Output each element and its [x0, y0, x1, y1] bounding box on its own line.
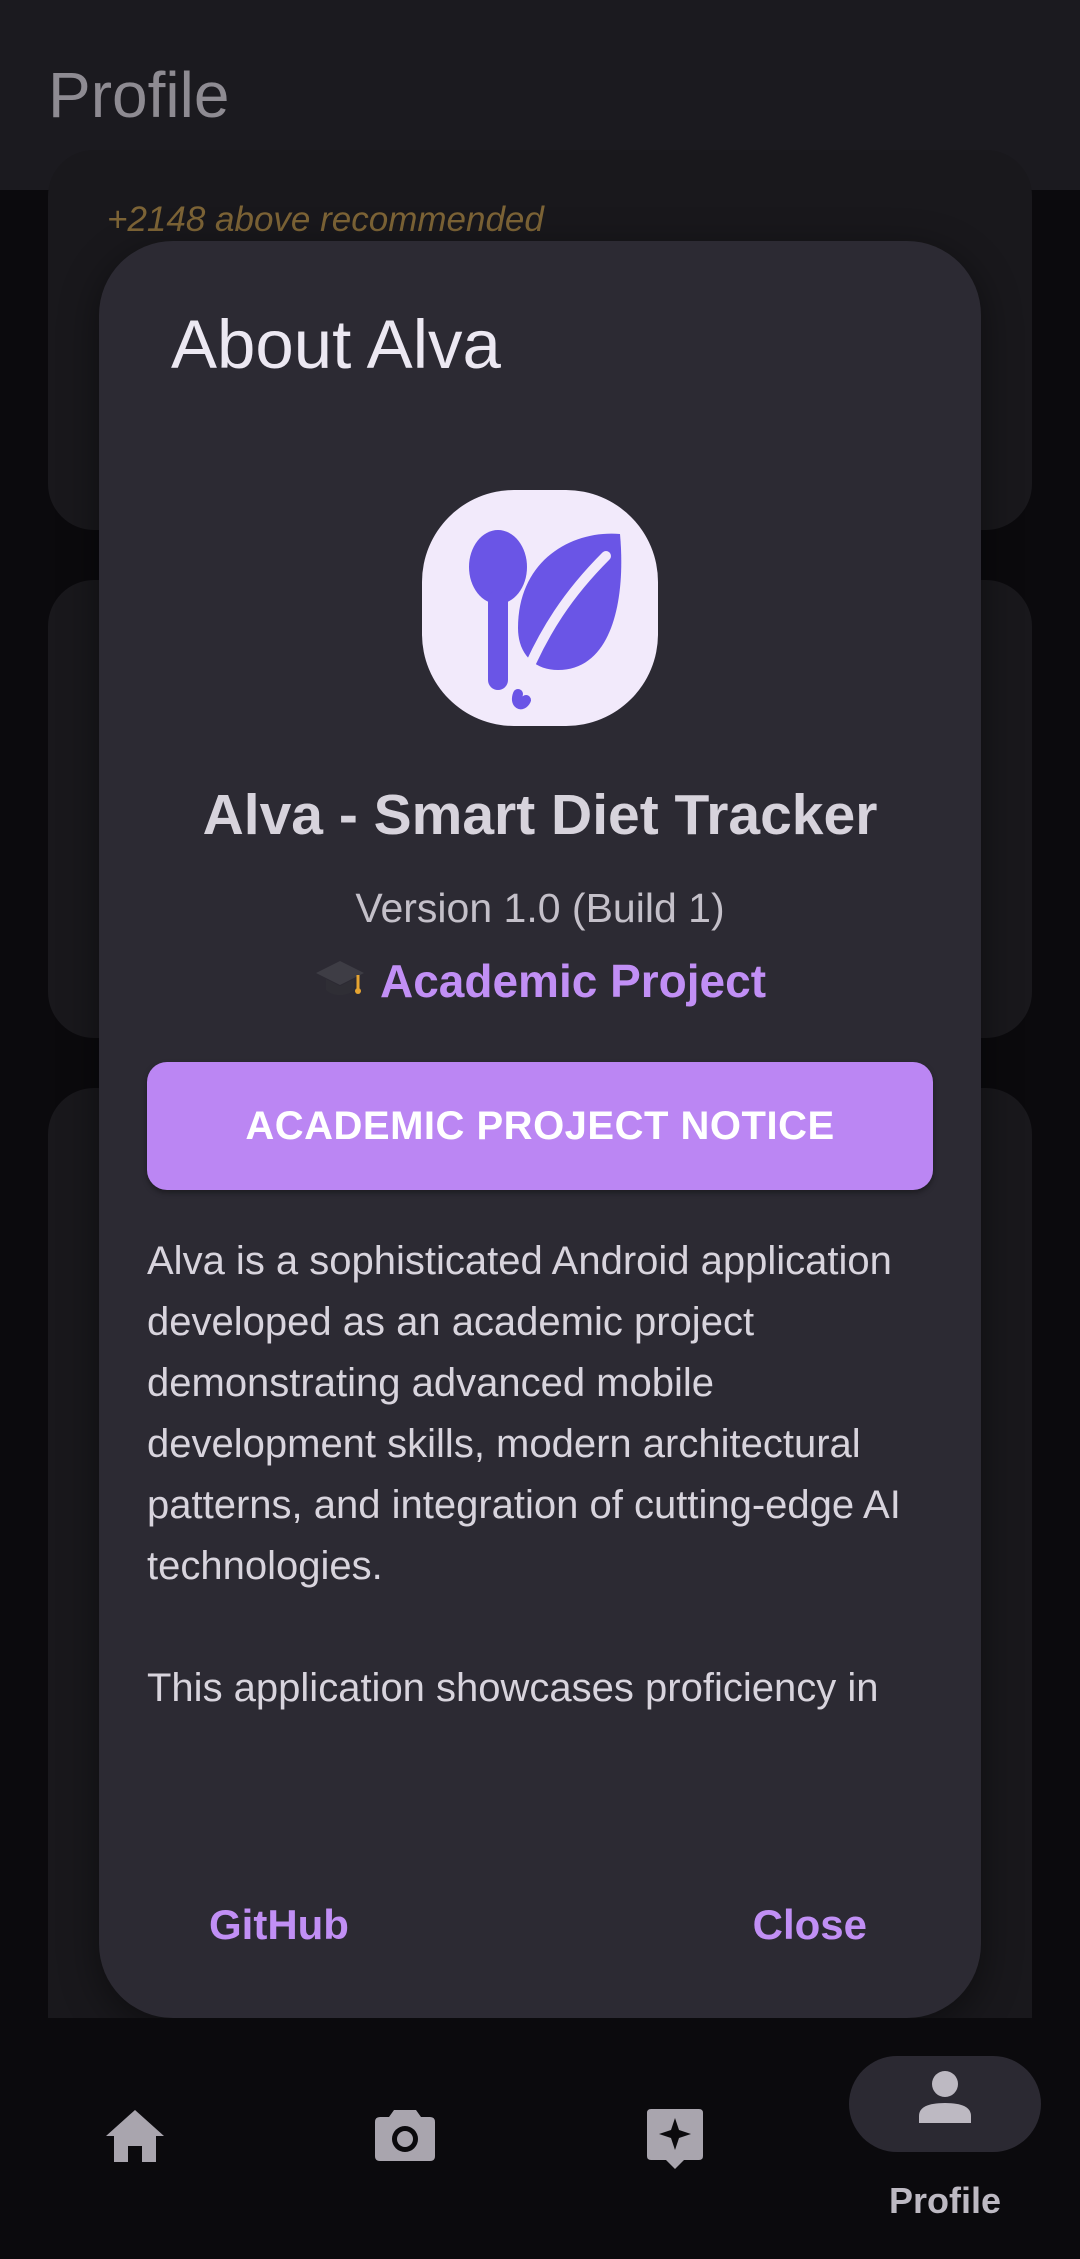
github-button[interactable]: GitHub — [209, 1901, 349, 1949]
nav-label-profile: Profile — [888, 2180, 1002, 2221]
app-version: Version 1.0 (Build 1) — [355, 885, 725, 931]
app-logo-icon — [422, 490, 658, 726]
home-icon — [104, 2108, 166, 2169]
academic-badge-label: Academic Project — [379, 955, 767, 1007]
app-name: Alva - Smart Diet Tracker — [202, 783, 878, 847]
dialog-actions: GitHub Close — [99, 1881, 981, 1971]
graduation-cap-icon — [314, 957, 366, 1012]
academic-notice-button[interactable]: ACADEMIC PROJECT NOTICE — [147, 1062, 933, 1190]
close-button[interactable]: Close — [753, 1901, 867, 1949]
about-dialog: About Alva Alva - Smart Diet Tracker Ver… — [99, 241, 981, 2018]
nav-item-home[interactable] — [0, 2018, 270, 2259]
description-paragraph-2: This application showcases proficiency i… — [147, 1666, 879, 1731]
nav-item-profile[interactable]: Profile — [810, 2018, 1080, 2259]
dialog-title: About Alva — [171, 306, 501, 383]
nav-item-insights[interactable] — [540, 2018, 810, 2259]
academic-badge: Academic Project — [99, 954, 981, 1012]
camera-icon — [374, 2108, 436, 2167]
description-paragraph-1: Alva is a sophisticated Android applicat… — [147, 1239, 901, 1588]
sparkle-icon — [646, 2108, 704, 2175]
about-description[interactable]: Alva is a sophisticated Android applicat… — [147, 1231, 947, 1731]
calorie-note: +2148 above recommended — [107, 200, 544, 239]
nav-item-camera[interactable] — [270, 2018, 540, 2259]
person-icon — [918, 2070, 972, 2129]
page-title: Profile — [48, 59, 230, 131]
bottom-navigation: Profile — [0, 2018, 1080, 2259]
